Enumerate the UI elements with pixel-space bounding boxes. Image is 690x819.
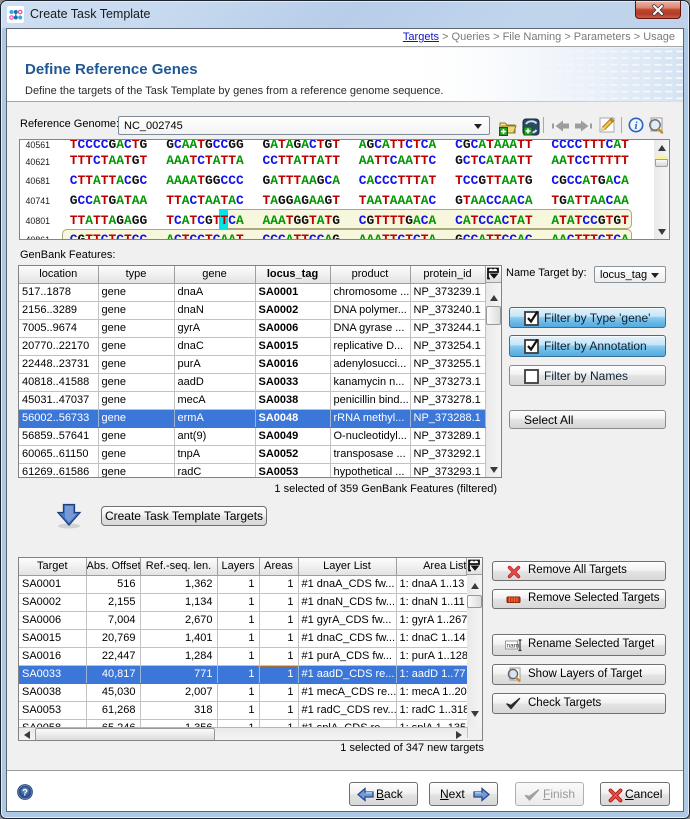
svg-text:?: ? xyxy=(22,788,28,799)
svg-text:nam: nam xyxy=(507,643,520,650)
